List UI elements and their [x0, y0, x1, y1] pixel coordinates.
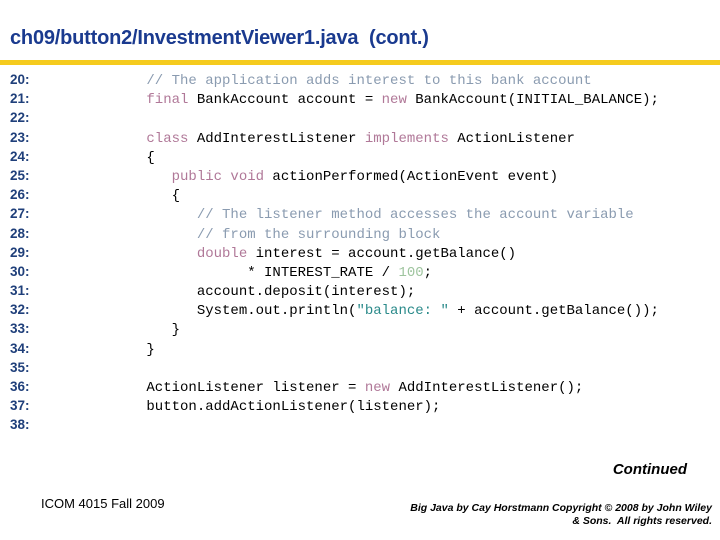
code-line-number: 25: [10, 167, 30, 183]
code-line: 23: class AddInterestListener implements… [0, 128, 720, 147]
code-line: 25: public void actionPerformed(ActionEv… [0, 166, 720, 185]
code-line: 29: double interest = account.getBalance… [0, 243, 720, 262]
code-token-plain: ActionListener [448, 130, 575, 147]
code-token-number: 100 [398, 264, 424, 281]
code-token-plain: ActionListener listener = [96, 380, 365, 396]
code-line-text: class AddInterestListener implements Act… [96, 131, 575, 147]
code-line-text: } [96, 341, 155, 358]
copyright-line-1: Big Java by Cay Horstmann Copyright © 20… [410, 502, 712, 514]
code-token-plain: } [96, 341, 155, 358]
code-token-plain: ; [423, 264, 433, 281]
code-token-comment: // The application adds interest to this… [96, 73, 592, 89]
code-token-comment: // The listener method accesses the acco… [96, 207, 634, 224]
code-line-number: 28: [10, 225, 30, 241]
code-line-text: * INTEREST_RATE / 100; [96, 265, 432, 281]
code-token-plain: button.addActionListener(listener); [96, 399, 441, 416]
code-token-plain: account.deposit(interest); [96, 284, 416, 301]
code-line-number: 23: [10, 129, 30, 145]
code-line: 32: System.out.println("balance: " + acc… [0, 300, 720, 319]
code-line: 28: // from the surrounding block [0, 224, 720, 243]
code-line: 34: } [0, 339, 720, 358]
code-token-keyword: class [96, 130, 189, 147]
code-token-plain: actionPerformed(ActionEvent event) [264, 168, 559, 185]
code-token-keyword: public void [96, 168, 265, 185]
continued-label: Continued [612, 461, 687, 478]
code-line-text: ActionListener listener = new AddInteres… [96, 380, 583, 396]
code-line-text: public void actionPerformed(ActionEvent … [96, 169, 558, 185]
code-line-number: 32: [10, 302, 30, 318]
code-token-keyword: implements [364, 130, 449, 147]
code-line: 35: [0, 358, 720, 377]
code-line-number: 24: [10, 148, 30, 164]
code-line-text: // The application adds interest to this… [96, 73, 592, 89]
code-line: 26: { [0, 185, 720, 204]
code-line-text: { [96, 149, 155, 166]
code-line-text: // from the surrounding block [96, 226, 441, 243]
code-line-text: { [96, 188, 180, 204]
code-line-text: System.out.println("balance: " + account… [96, 303, 659, 319]
code-line-number: 30: [10, 263, 30, 279]
code-line-number: 31: [10, 283, 30, 299]
code-token-plain: interest = account.getBalance() [247, 245, 517, 262]
code-token-plain: BankAccount account = [188, 92, 382, 109]
code-token-plain: AddInterestListener [188, 130, 365, 147]
code-token-keyword: final [96, 92, 189, 109]
code-line: 21: final BankAccount account = new Bank… [0, 89, 720, 108]
code-line-text: } [96, 322, 180, 338]
code-line-text: double interest = account.getBalance() [96, 246, 516, 262]
course-label: ICOM 4015 Fall 2009 [41, 496, 165, 511]
code-line-number: 26: [10, 187, 30, 203]
code-line-number: 38: [10, 417, 30, 433]
code-line-number: 33: [10, 321, 30, 337]
code-line: 38: [0, 415, 720, 434]
code-line: 31: account.deposit(interest); [0, 281, 720, 300]
code-line: 24: { [0, 147, 720, 166]
code-token-comment: // from the surrounding block [96, 226, 441, 243]
copyright-line-2: & Sons. All rights reserved. [572, 515, 712, 527]
code-line-text: account.deposit(interest); [96, 284, 415, 300]
code-line-number: 29: [10, 244, 30, 260]
code-token-plain: { [96, 188, 181, 205]
code-token-plain: System.out.println( [96, 303, 357, 320]
code-line-number: 35: [10, 359, 30, 375]
code-token-plain: BankAccount(INITIAL_BALANCE); [406, 92, 659, 109]
code-token-plain: + account.getBalance()); [448, 303, 659, 320]
code-listing: 20: // The application adds interest to … [0, 70, 720, 435]
code-token-keyword: new [364, 380, 391, 396]
code-line: 30: * INTEREST_RATE / 100; [0, 262, 720, 281]
code-line: 22: [0, 108, 720, 127]
code-line: 36: ActionListener listener = new AddInt… [0, 377, 720, 396]
code-token-keyword: new [381, 92, 407, 109]
copyright-attribution: Big Java by Cay Horstmann Copyright © 20… [352, 502, 712, 528]
code-line-number: 22: [10, 110, 30, 126]
code-line-number: 34: [10, 340, 30, 356]
code-line: 33: } [0, 319, 720, 338]
code-line: 27: // The listener method accesses the … [0, 204, 720, 223]
page-title: ch09/button2/InvestmentViewer1.java (con… [10, 27, 429, 49]
code-token-plain: AddInterestListener(); [390, 380, 584, 396]
code-token-keyword: double [96, 245, 248, 262]
code-line: 37: button.addActionListener(listener); [0, 396, 720, 415]
code-line-number: 37: [10, 398, 30, 414]
code-line-number: 20: [10, 72, 30, 87]
code-line-text: final BankAccount account = new BankAcco… [96, 92, 659, 108]
code-token-plain: * INTEREST_RATE / [96, 264, 399, 281]
title-divider-rule [0, 60, 720, 65]
code-token-plain: } [96, 322, 181, 339]
code-line-number: 27: [10, 206, 30, 222]
code-token-plain: { [96, 149, 155, 166]
code-line: 20: // The application adds interest to … [0, 70, 720, 89]
code-line-number: 21: [10, 91, 30, 107]
code-line-text: button.addActionListener(listener); [96, 399, 440, 415]
code-line-text: // The listener method accesses the acco… [96, 207, 634, 223]
code-token-string: "balance: " [356, 303, 449, 320]
code-line-number: 36: [10, 379, 30, 394]
